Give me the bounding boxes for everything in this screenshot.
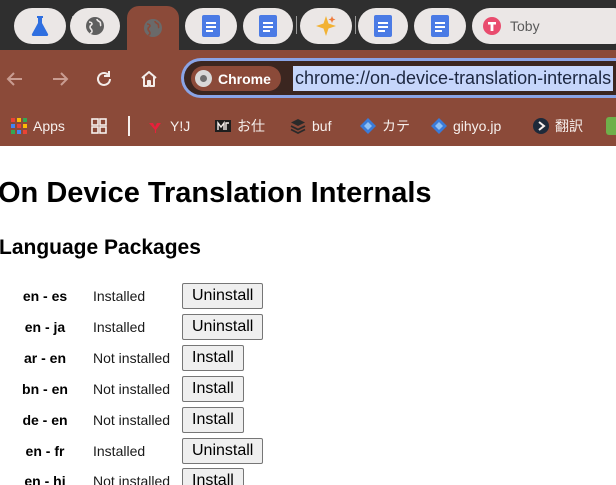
grid-icon — [91, 118, 107, 134]
package-pair: en - es — [22, 288, 68, 304]
package-row: ar - en Not installed Install — [0, 344, 300, 372]
package-row: de - en Not installed Install — [0, 406, 300, 434]
bookmark-gihyo[interactable]: gihyo.jp — [431, 115, 501, 137]
bookmark-overflow[interactable] — [606, 115, 616, 137]
bookmark-mf[interactable]: お仕 — [215, 115, 265, 137]
home-button[interactable] — [134, 64, 164, 94]
package-pair: ar - en — [23, 350, 66, 366]
globe-icon — [86, 17, 104, 35]
package-status: Not installed — [93, 473, 171, 485]
bookmark-kate[interactable]: カテ — [360, 115, 410, 137]
bookmark-grid[interactable] — [91, 115, 113, 137]
forward-arrow-icon — [53, 72, 69, 86]
bookmark-label: Apps — [33, 118, 65, 134]
stack-icon — [290, 119, 306, 134]
mf-icon — [215, 120, 231, 132]
package-status: Installed — [93, 319, 146, 335]
bookmark-translate[interactable]: 翻訳 — [533, 115, 583, 137]
uninstall-button[interactable]: Uninstall — [182, 314, 264, 340]
install-button[interactable]: Install — [182, 345, 244, 371]
package-row: en - fr Installed Uninstall — [0, 437, 300, 465]
bookmark-label: gihyo.jp — [453, 118, 502, 134]
package-pair: de - en — [22, 412, 68, 428]
package-row: en - hi Not installed Install — [0, 467, 300, 485]
package-status: Installed — [93, 443, 146, 459]
docs-icon — [259, 15, 277, 37]
package-status: Not installed — [93, 350, 171, 366]
bookmark-green-icon — [606, 117, 616, 135]
tab-1[interactable] — [14, 8, 66, 44]
package-pair: en - hi — [24, 473, 66, 485]
install-button[interactable]: Install — [182, 468, 244, 485]
package-row: en - ja Installed Uninstall — [0, 313, 300, 341]
tab-6[interactable] — [300, 8, 352, 44]
site-chip[interactable]: Chrome — [191, 66, 281, 91]
tab-4[interactable] — [185, 8, 237, 44]
bookmark-yahoo[interactable]: Y!J — [148, 115, 190, 137]
sparkle-icon — [316, 16, 336, 36]
page-title: On Device Translation Internals — [0, 177, 432, 209]
reload-button[interactable] — [89, 64, 119, 94]
toby-icon — [483, 17, 501, 35]
bookmark-label: buf — [312, 118, 332, 134]
tab-5[interactable] — [243, 8, 293, 44]
tab-active[interactable] — [127, 6, 179, 50]
package-row: bn - en Not installed Install — [0, 375, 300, 403]
back-button[interactable] — [0, 64, 30, 94]
tab-toby[interactable]: Toby — [472, 8, 616, 44]
bookmark-buf[interactable]: buf — [290, 115, 331, 137]
browser-toolbar: Chrome chrome://on-device-translation-in… — [0, 50, 616, 106]
site-chip-label: Chrome — [218, 70, 271, 87]
translate-icon — [533, 118, 549, 134]
install-button[interactable]: Install — [182, 407, 244, 433]
bookmark-label: Y!J — [170, 118, 191, 134]
docs-icon — [202, 15, 220, 37]
home-icon — [141, 71, 157, 87]
globe-icon — [144, 19, 162, 37]
install-button[interactable]: Install — [182, 376, 244, 402]
tab-2[interactable] — [70, 8, 120, 44]
bookmark-label: カテ — [382, 118, 410, 134]
package-pair: bn - en — [22, 381, 68, 397]
back-arrow-icon — [6, 72, 22, 86]
chrome-logo-icon — [195, 70, 212, 87]
docs-icon — [431, 15, 449, 37]
package-row: en - es Installed Uninstall — [0, 282, 300, 310]
uninstall-button[interactable]: Uninstall — [182, 283, 264, 309]
package-pair: en - ja — [24, 319, 66, 335]
page-content: On Device Translation Internals Language… — [0, 146, 616, 485]
package-status: Not installed — [93, 381, 171, 397]
diamond-icon — [360, 118, 376, 134]
bookmark-label: 翻訳 — [555, 118, 583, 134]
docs-icon — [374, 15, 392, 37]
tab-strip: Toby — [0, 0, 616, 50]
diamond-icon — [431, 118, 447, 134]
forward-button[interactable] — [45, 64, 75, 94]
bookmark-apps[interactable]: Apps — [11, 115, 65, 137]
address-bar[interactable]: Chrome chrome://on-device-translation-in… — [181, 58, 616, 98]
yahoo-icon — [149, 123, 161, 133]
package-status: Not installed — [93, 412, 171, 428]
tab-toby-label: Toby — [510, 18, 540, 34]
bookmark-separator — [128, 116, 130, 136]
tab-8[interactable] — [414, 8, 466, 44]
flask-icon — [31, 16, 49, 36]
tab-7[interactable] — [358, 8, 408, 44]
uninstall-button[interactable]: Uninstall — [182, 438, 264, 464]
bookmarks-bar: Apps Y!J お仕 buf カテ gihyo.jp 翻訳 — [0, 106, 616, 146]
apps-grid-icon — [11, 118, 27, 134]
bookmark-label: お仕 — [237, 118, 265, 134]
package-status: Installed — [93, 288, 146, 304]
reload-icon — [97, 71, 111, 86]
package-pair: en - fr — [25, 443, 65, 459]
section-title: Language Packages — [0, 236, 201, 259]
url-text[interactable]: chrome://on-device-translation-internals — [293, 66, 614, 91]
